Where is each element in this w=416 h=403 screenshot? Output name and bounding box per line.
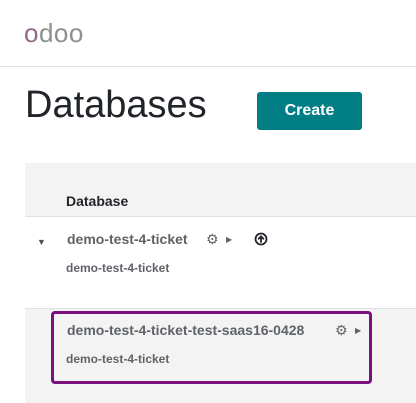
create-button[interactable]: Create <box>257 92 362 130</box>
logo-rest: doo <box>38 18 84 48</box>
database-subtitle: demo-test-4-ticket <box>66 261 170 275</box>
database-name[interactable]: demo-test-4-ticket-test-saas16-0428 <box>67 322 304 338</box>
dropdown-triangle-icon[interactable]: ▶ <box>226 236 232 244</box>
database-subtitle: demo-test-4-ticket <box>66 352 170 366</box>
table-row[interactable]: ▼ demo-test-4-ticket ⚙ ▶ demo-test-4-tic… <box>25 216 416 309</box>
database-name[interactable]: demo-test-4-ticket <box>67 231 188 247</box>
dropdown-triangle-icon[interactable]: ▶ <box>355 327 361 335</box>
table-row[interactable]: demo-test-4-ticket-test-saas16-0428 ⚙ ▶ … <box>25 308 416 403</box>
column-header-database: Database <box>66 193 129 209</box>
database-table: Database ▼ demo-test-4-ticket ⚙ ▶ demo-t… <box>25 163 416 403</box>
gear-icon[interactable]: ⚙ <box>335 323 348 337</box>
odoo-logo[interactable]: odoo <box>24 20 84 46</box>
caret-down-icon[interactable]: ▼ <box>37 237 46 247</box>
top-bar: odoo <box>0 0 416 67</box>
upload-circle-icon[interactable] <box>254 232 268 246</box>
page-title: Databases <box>25 84 207 126</box>
gear-icon[interactable]: ⚙ <box>206 232 219 246</box>
logo-letter: o <box>24 18 39 48</box>
